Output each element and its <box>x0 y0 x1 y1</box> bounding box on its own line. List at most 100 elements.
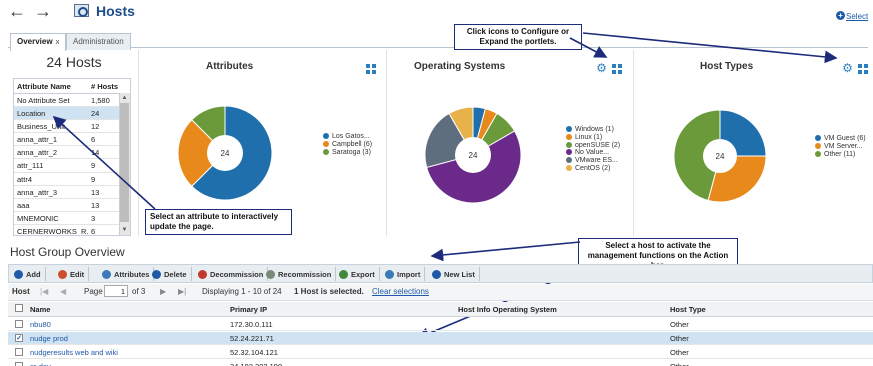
attribute-name: Location <box>17 109 46 119</box>
attribute-row[interactable]: anna_attr_2 14 <box>14 146 130 160</box>
attribute-row[interactable]: CERNERWORKS_R... 6 <box>14 225 130 235</box>
attributes-button[interactable]: Attributes <box>98 267 155 281</box>
edit-button[interactable]: Edit <box>54 267 90 281</box>
legend-item[interactable]: VM Server... <box>815 142 873 151</box>
legend-item[interactable]: Linux (1) <box>566 133 620 142</box>
column-os[interactable]: Host Info Operating System <box>458 305 557 314</box>
row-checkbox[interactable] <box>15 320 23 328</box>
os-legend: Windows (1) Linux (1) openSUSE (2) No Value… <box>566 126 620 173</box>
attribute-row[interactable]: Location 24 <box>14 107 130 121</box>
legend-swatch <box>323 148 329 155</box>
row-checkbox[interactable]: ✓ <box>15 334 23 342</box>
legend-label: Other (11) <box>824 150 856 158</box>
gear-icon[interactable]: ⚙ <box>596 62 607 74</box>
legend-item[interactable]: Los Gatos... <box>323 133 372 141</box>
attribute-row[interactable]: Business_Unit 12 <box>14 120 130 134</box>
column-attribute-name[interactable]: Attribute Name <box>17 82 89 91</box>
attribute-count: 12 <box>91 122 100 132</box>
gear-icon[interactable]: ⚙ <box>842 62 853 74</box>
column-host-type[interactable]: Host Type <box>670 305 706 314</box>
legend-swatch <box>323 140 329 147</box>
row-checkbox[interactable] <box>15 348 23 356</box>
add-circle-icon[interactable]: + <box>836 11 845 20</box>
attribute-row[interactable]: anna_attr_1 6 <box>14 133 130 147</box>
attributes-legend: Los Gatos... Campbell (6) Saratoga (3) <box>323 133 372 156</box>
toolbar-label: New List <box>444 269 475 279</box>
next-page-icon[interactable]: ▶ <box>160 287 166 296</box>
host-ip: 172.30.0.111 <box>230 320 273 329</box>
legend-swatch <box>815 150 821 157</box>
clear-selections-link[interactable]: Clear selections <box>372 287 429 296</box>
host-search-icon <box>74 4 89 17</box>
host-row[interactable]: nbu80 172.30.0.111 Other <box>8 318 873 331</box>
host-row[interactable]: nudgeresults web and wiki 52.32.104.121 Ot… <box>8 346 873 359</box>
os-donut-chart[interactable]: 24 <box>424 106 522 204</box>
row-checkbox[interactable] <box>15 362 23 366</box>
column-primary-ip[interactable]: Primary IP <box>230 305 267 314</box>
recommission-button[interactable]: Recommission <box>262 267 337 281</box>
select-all-checkbox[interactable] <box>15 304 23 312</box>
legend-item[interactable]: Other (11) <box>815 150 873 159</box>
host-row[interactable]: sr-dev 34.192.202.190 Other <box>8 360 873 366</box>
attribute-row[interactable]: No Attribute Set 1,580 <box>14 94 130 108</box>
expand-icon[interactable] <box>612 64 622 74</box>
page-number-input[interactable]: 1 <box>104 285 128 297</box>
first-page-icon[interactable]: |◀ <box>40 287 48 296</box>
delete-button[interactable]: Delete <box>148 267 192 281</box>
attribute-count: 24 <box>91 109 100 119</box>
add-button[interactable]: Add <box>10 267 46 281</box>
legend-item[interactable]: Campbell (6) <box>323 140 373 149</box>
attributes-donut-chart[interactable]: 24 <box>176 104 274 202</box>
legend-item[interactable]: openSUSE (2) <box>566 141 620 150</box>
attribute-name: anna_attr_2 <box>17 148 58 158</box>
attribute-count: 6 <box>91 135 96 145</box>
legend-item[interactable]: Windows (1) <box>566 126 620 134</box>
host-name[interactable]: sr-dev <box>30 360 51 366</box>
legend-item[interactable]: CentOS (2) <box>566 164 620 173</box>
column-host-count[interactable]: # Hosts <box>91 82 118 91</box>
legend-item[interactable]: Saratoga (3) <box>323 148 372 157</box>
scroll-down-icon[interactable]: ▼ <box>120 227 129 233</box>
attribute-row[interactable]: attr4 9 <box>14 173 130 186</box>
toolbar-label: Attributes <box>114 269 150 279</box>
toolbar-label: Decommission <box>210 269 264 279</box>
scroll-up-icon[interactable]: ▲ <box>120 95 129 101</box>
export-button[interactable]: Export <box>335 267 380 281</box>
tab-overview[interactable]: Overview x <box>10 33 67 51</box>
new-list-button[interactable]: New List <box>428 267 480 281</box>
attribute-row[interactable]: anna_attr_3 13 <box>14 186 130 199</box>
forward-arrow-icon[interactable]: → <box>34 2 52 20</box>
host-types-legend: VM Guest (6) VM Server... Other (11) <box>815 135 873 158</box>
attribute-row[interactable]: MNEMONIC 3 <box>14 212 130 225</box>
host-name[interactable]: nbu80 <box>30 318 51 331</box>
legend-item[interactable]: No Value... <box>566 149 620 157</box>
host-name[interactable]: nudgeresults web and wiki <box>30 346 118 359</box>
host-name[interactable]: nudge prod <box>30 332 68 345</box>
legend-item[interactable]: VM Guest (6) <box>815 135 873 143</box>
host-types-portlet-title: Host Types <box>700 61 754 72</box>
scroll-thumb[interactable] <box>120 103 129 222</box>
host-ip: 52.32.104.121 <box>230 348 278 357</box>
column-name[interactable]: Name <box>30 305 50 314</box>
close-icon[interactable]: x <box>56 39 60 46</box>
tab-administration[interactable]: Administration <box>66 33 131 50</box>
expand-icon[interactable] <box>366 64 376 74</box>
last-page-icon[interactable]: ▶| <box>178 287 186 296</box>
page-of-label: of 3 <box>132 287 146 296</box>
host-types-donut-chart[interactable]: 24 <box>672 108 768 204</box>
attribute-row[interactable]: attr_111 9 <box>14 159 130 173</box>
attribute-row[interactable]: aaa 13 <box>14 199 130 212</box>
select-link[interactable]: Select <box>846 12 868 21</box>
new-list-icon <box>432 269 441 279</box>
back-arrow-icon[interactable]: ← <box>8 2 26 20</box>
expand-icon[interactable] <box>858 64 868 74</box>
attribute-name: aaa <box>17 200 30 210</box>
host-row[interactable]: ✓ nudge prod 52.24.221.71 Other <box>8 332 873 345</box>
attribute-name: attr_111 <box>17 161 44 171</box>
legend-item[interactable]: VMware ES... <box>566 157 620 165</box>
import-button[interactable]: Import <box>381 267 426 281</box>
prev-page-icon[interactable]: ◀ <box>60 287 66 296</box>
legend-label: Campbell (6) <box>332 140 373 148</box>
decommission-button[interactable]: Decommission <box>194 267 269 281</box>
host-type: Other <box>670 348 689 357</box>
